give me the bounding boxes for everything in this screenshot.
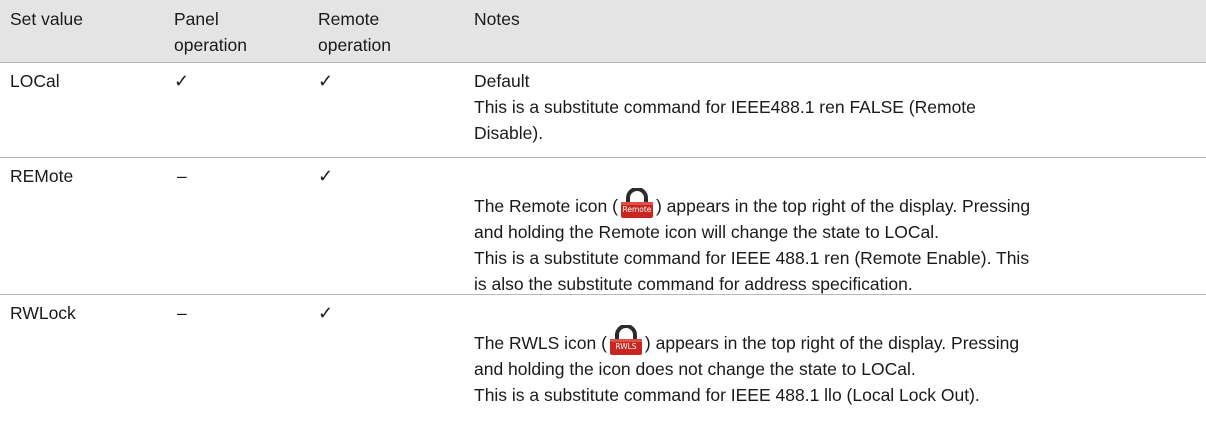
header-notes: Notes <box>474 6 1194 32</box>
set-value-cell: REMote <box>10 166 74 186</box>
notes-line: Default <box>474 71 530 91</box>
remote-lock-icon: Remote <box>619 188 655 218</box>
panel-operation-cell: – <box>177 166 187 186</box>
settings-table: Set value Panel operation Remote operati… <box>0 0 1206 432</box>
remote-operation-cell: ✓ <box>318 303 334 323</box>
notes-line: This is a substitute command for IEEE 48… <box>474 248 1030 268</box>
header-panel-line2: operation <box>174 35 247 55</box>
notes-text-after-icon: ) appears in the top right of the displa… <box>644 333 1020 353</box>
header-remote-operation: Remote operation <box>318 6 458 58</box>
table-row: REMote – ✓ The Remote icon ( Remote) appe… <box>0 158 1206 295</box>
notes-cell: The RWLS icon ( RWLS ) appears in the top … <box>474 325 1194 408</box>
notes-line: and holding the icon does not change the… <box>474 359 916 379</box>
notes-icon-line: The RWLS icon ( RWLS ) appears in the top … <box>474 325 1194 356</box>
rwls-lock-icon: RWLS <box>608 325 644 355</box>
table-row: LOCal ✓ ✓ Default This is a substitute c… <box>0 63 1206 158</box>
notes-cell: Default This is a substitute command for… <box>474 68 1194 146</box>
notes-text-before-icon: The RWLS icon ( <box>474 333 607 353</box>
notes-icon-line: The Remote icon ( Remote) appears in the … <box>474 188 1194 219</box>
header-remote-line1: Remote <box>318 9 380 29</box>
notes-line: Disable). <box>474 123 544 143</box>
notes-text-after-icon: ) appears in the top right of the displa… <box>655 196 1031 216</box>
table-row: RWLock – ✓ The RWLS icon ( RWLS ) appears … <box>0 295 1206 432</box>
notes-line: This is a substitute command for IEEE488… <box>474 97 976 117</box>
rwls-icon-label: RWLS <box>615 342 637 351</box>
header-panel-operation: Panel operation <box>174 6 304 58</box>
remote-operation-cell: ✓ <box>318 166 334 186</box>
header-panel-line1: Panel <box>174 9 219 29</box>
set-value-cell: LOCal <box>10 71 60 91</box>
header-set-value-text: Set value <box>10 9 83 29</box>
header-set-value: Set value <box>10 6 150 32</box>
notes-line: is also the substitute command for addre… <box>474 274 913 294</box>
panel-operation-cell: ✓ <box>174 71 190 91</box>
remote-operation-cell: ✓ <box>318 71 334 91</box>
remote-icon-label: Remote <box>622 205 652 214</box>
notes-text-before-icon: The Remote icon ( <box>474 196 618 216</box>
notes-cell: The Remote icon ( Remote) appears in the … <box>474 188 1194 297</box>
header-remote-line2: operation <box>318 35 391 55</box>
notes-line: This is a substitute command for IEEE 48… <box>474 385 980 405</box>
table-header-row: Set value Panel operation Remote operati… <box>0 0 1206 63</box>
header-notes-text: Notes <box>474 9 520 29</box>
set-value-cell: RWLock <box>10 303 76 323</box>
notes-line: and holding the Remote icon will change … <box>474 222 940 242</box>
panel-operation-cell: – <box>177 303 187 323</box>
